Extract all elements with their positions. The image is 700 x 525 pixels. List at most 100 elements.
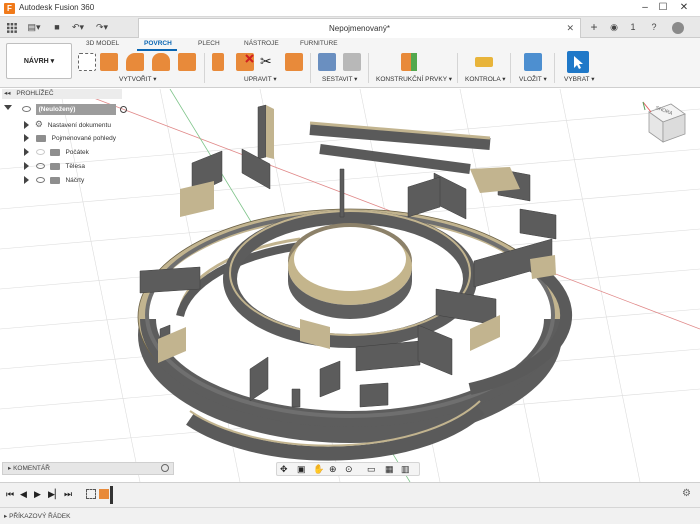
extrude-icon[interactable] [100, 53, 118, 71]
folder-icon [35, 134, 46, 142]
minimize-icon[interactable]: – [636, 2, 654, 15]
offset-face-icon[interactable] [285, 53, 303, 71]
tab-3d-model[interactable]: 3D MODEL [86, 40, 119, 47]
play-icon[interactable]: ▶ [34, 489, 41, 500]
notifications-icon[interactable]: 1 [623, 20, 643, 35]
group-upravit[interactable]: UPRAVIT ▾ [244, 75, 277, 83]
timeline-sketch-feature-icon[interactable] [86, 489, 96, 499]
browser-item-bodies[interactable]: Tělesa [2, 160, 85, 173]
browser-item-label: Náčrty [65, 177, 85, 184]
tab-nastroje[interactable]: NÁSTROJE [244, 40, 279, 47]
eye-icon[interactable] [35, 163, 45, 170]
ribbon-separator [510, 53, 511, 83]
measure-icon[interactable] [475, 57, 493, 67]
eye-icon[interactable] [35, 177, 45, 184]
waffle-grid-icon[interactable] [4, 20, 20, 35]
ribbon-toolbar: NÁVRH ▾ 3D MODEL POVRCH PLECH NÁSTROJE F… [0, 38, 700, 88]
navigation-bar: ✥ ▣ ✋ ⊕ ⊙ ▭ ▦ ▥ [276, 462, 420, 476]
expand-triangle-icon[interactable] [24, 121, 29, 130]
browser-item-origin[interactable]: Počátek [2, 146, 89, 159]
maximize-icon[interactable]: ☐ [654, 2, 672, 15]
help-icon[interactable]: ? [647, 20, 661, 35]
active-tab-underline [137, 49, 177, 51]
sweep-icon[interactable] [152, 53, 170, 71]
step-forward-icon[interactable]: ▶▏ [48, 489, 62, 500]
group-vlozit[interactable]: VLOŽIT ▾ [519, 75, 547, 83]
workspace-switcher-button[interactable]: NÁVRH ▾ [6, 43, 72, 79]
job-status-icon[interactable]: ◉ [607, 20, 621, 35]
browser-item-label: Nastavení dokumentu [47, 122, 111, 129]
ribbon-separator [368, 53, 369, 83]
create-sketch-icon[interactable] [78, 53, 96, 71]
delete-face-icon[interactable] [236, 53, 254, 71]
tab-plech[interactable]: PLECH [198, 40, 220, 47]
scissors-icon[interactable]: ✂ [260, 53, 278, 71]
tab-povrch[interactable]: POVRCH [144, 40, 172, 47]
revolve-icon[interactable] [126, 53, 144, 71]
group-vybrat[interactable]: VYBRAT ▾ [564, 75, 595, 83]
close-icon[interactable]: ✕ [675, 2, 693, 15]
folder-icon [49, 176, 60, 184]
tab-close-icon[interactable]: ✕ [566, 23, 574, 34]
document-tab[interactable]: Nepojmenovaný* ✕ [138, 18, 581, 38]
window-title: Autodesk Fusion 360 [19, 3, 95, 12]
browser-header[interactable]: ◂◂ PROHLÍŽEČ [2, 89, 122, 99]
new-tab-plus-icon[interactable]: + [588, 20, 600, 35]
browser-root-row[interactable]: (Neuložený) [2, 103, 128, 116]
select-arrow-icon[interactable] [567, 51, 589, 73]
command-line-bar[interactable]: ▸ PŘÍKAZOVÝ ŘÁDEK [0, 507, 700, 524]
save-icon[interactable]: ■ [50, 20, 64, 35]
display-settings-icon[interactable]: ▭ [367, 464, 376, 475]
ribbon-separator [554, 53, 555, 83]
ribbon-separator [310, 53, 311, 83]
eye-icon[interactable] [35, 149, 45, 156]
look-at-icon[interactable]: ▣ [297, 464, 306, 475]
undo-icon[interactable]: ↶▾ [68, 20, 88, 35]
eye-icon[interactable] [21, 106, 31, 113]
browser-item-label: Počátek [65, 149, 89, 156]
expand-triangle-icon[interactable] [24, 162, 29, 171]
joint-icon[interactable] [343, 53, 361, 71]
file-menu-icon[interactable]: ▤▾ [24, 20, 44, 35]
thicken-icon[interactable] [212, 53, 224, 71]
zoom-icon[interactable]: ⊕ [329, 464, 337, 475]
group-kontrola[interactable]: KONTROLA ▾ [465, 75, 505, 83]
pan-hand-icon[interactable]: ✋ [313, 464, 324, 475]
fit-icon[interactable]: ⊙ [345, 464, 353, 475]
group-konstrukcni-prvky[interactable]: KONSTRUKČNÍ PRVKY ▾ [376, 75, 452, 83]
redo-icon[interactable]: ↷▾ [92, 20, 112, 35]
group-sestavit[interactable]: SESTAVIT ▾ [322, 75, 357, 83]
collapse-triangle-icon[interactable] [4, 104, 12, 114]
browser-item-label: Tělesa [65, 163, 85, 170]
group-vytvorit[interactable]: VYTVOŘIT ▾ [119, 75, 156, 83]
timeline-extrude-feature-icon[interactable] [99, 489, 109, 499]
add-comment-icon[interactable] [161, 464, 169, 472]
go-to-end-icon[interactable]: ⏭ [64, 489, 72, 500]
browser-title: PROHLÍŽEČ [16, 90, 54, 97]
viewports-icon[interactable]: ▥ [401, 464, 410, 475]
browser-item-document-settings[interactable]: ⚙ Nastavení dokumentu [2, 118, 111, 131]
notification-badge: 1 [630, 22, 636, 32]
maze-body[interactable] [137, 104, 573, 461]
go-to-start-icon[interactable]: ⏮ [6, 489, 14, 500]
tab-furniture[interactable]: FURNITURE [300, 40, 338, 47]
user-avatar[interactable] [667, 20, 689, 35]
expand-triangle-icon[interactable] [24, 134, 29, 143]
timeline-settings-gear-icon[interactable]: ⚙ [682, 488, 691, 499]
grid-settings-icon[interactable]: ▦ [385, 464, 394, 475]
timeline-bar: ⏮ ◀ ▶ ▶▏ ⏭ ⚙ [0, 482, 700, 507]
step-back-icon[interactable]: ◀ [20, 489, 27, 500]
browser-item-named-views[interactable]: Pojmenované pohledy [2, 132, 116, 145]
expand-triangle-icon[interactable] [24, 176, 29, 185]
comments-panel[interactable]: ▸ KOMENTÁŘ [2, 462, 174, 475]
expand-triangle-icon[interactable] [24, 148, 29, 157]
loft-icon[interactable] [178, 53, 196, 71]
view-cube[interactable]: SHORA [641, 98, 691, 150]
insert-image-icon[interactable] [524, 53, 542, 71]
new-component-icon[interactable] [318, 53, 336, 71]
timeline-marker[interactable] [110, 486, 113, 504]
browser-item-sketches[interactable]: Náčrty [2, 174, 84, 187]
orbit-icon[interactable]: ✥ [280, 464, 288, 475]
title-bar: F Autodesk Fusion 360 – ☐ ✕ [0, 0, 700, 17]
offset-plane-icon[interactable] [401, 53, 417, 71]
